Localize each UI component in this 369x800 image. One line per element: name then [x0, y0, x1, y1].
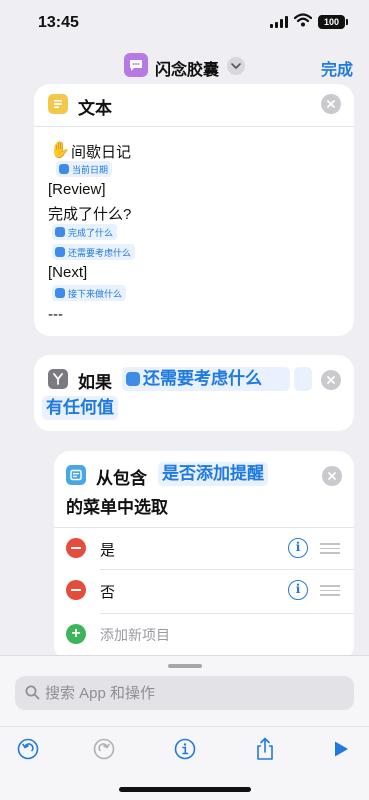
if-action-card[interactable]: 如果 还需要考虑什么 有任何值	[34, 355, 354, 431]
menu-action-icon	[66, 465, 86, 485]
menu-item-label[interactable]: 否	[100, 581, 115, 602]
variable-chip-done[interactable]: 完成了什么	[52, 224, 118, 240]
remove-item-button[interactable]	[66, 538, 86, 558]
drag-handle-icon[interactable]	[320, 543, 340, 557]
divider	[34, 126, 354, 127]
hand-emoji-icon: ✋	[50, 142, 70, 159]
add-item-label[interactable]: 添加新项目	[100, 625, 170, 645]
menu-item-label[interactable]: 是	[100, 539, 115, 560]
search-bar[interactable]	[15, 676, 354, 710]
search-input[interactable]	[45, 676, 345, 710]
run-play-icon[interactable]	[329, 737, 353, 761]
variable-chip-next[interactable]: 接下来做什么	[52, 285, 127, 301]
remove-item-button[interactable]	[66, 580, 86, 600]
text-line-separator[interactable]: ---	[48, 306, 63, 323]
shortcut-app-icon[interactable]	[124, 53, 148, 77]
share-icon[interactable]	[253, 737, 277, 761]
cellular-signal-icon	[270, 16, 288, 28]
if-condition-chip[interactable]: 有任何值	[42, 396, 118, 420]
calendar-icon	[59, 164, 69, 174]
undo-icon[interactable]	[16, 737, 40, 761]
add-item-icon[interactable]: +	[66, 624, 86, 644]
info-icon[interactable]	[173, 737, 197, 761]
text-action-card[interactable]: 文本 ✋ 间歇日记 当前日期 [Review] 完成了什么? 完成了什么 还需要…	[34, 84, 354, 336]
drag-handle-icon[interactable]	[320, 585, 340, 599]
wifi-icon	[294, 13, 312, 27]
info-icon[interactable]: i	[288, 580, 308, 600]
remove-action-button[interactable]	[322, 466, 342, 486]
done-button[interactable]: 完成	[321, 56, 353, 80]
variable-chip-date[interactable]: 当前日期	[56, 161, 113, 177]
info-icon[interactable]: i	[288, 538, 308, 558]
variable-chip-consider[interactable]: 还需要考虑什么	[52, 244, 136, 260]
ask-input-icon	[55, 247, 65, 257]
redo-icon[interactable]	[92, 737, 116, 761]
battery-icon: 100	[318, 15, 348, 29]
status-bar: 13:45 100	[0, 0, 369, 44]
text-action-icon	[48, 94, 68, 114]
add-item-row[interactable]: + 添加新项目	[54, 613, 354, 655]
ask-input-icon	[126, 372, 140, 386]
text-line-question[interactable]: 完成了什么?	[48, 203, 131, 224]
action-search-sheet	[0, 655, 369, 800]
sheet-grabber[interactable]	[168, 664, 202, 668]
nav-bar: 闪念胶囊 完成	[0, 48, 369, 86]
ask-input-icon	[55, 227, 65, 237]
branch-icon	[48, 369, 68, 389]
remove-action-button[interactable]	[321, 370, 341, 390]
menu-suffix: 的菜单中选取	[66, 498, 168, 517]
text-line-review[interactable]: [Review]	[48, 181, 106, 198]
menu-item-row[interactable]: 是 i	[54, 527, 354, 569]
shortcut-title[interactable]: 闪念胶囊	[155, 56, 219, 80]
home-indicator	[119, 787, 251, 792]
ask-input-icon	[55, 288, 65, 298]
status-time: 13:45	[38, 14, 79, 31]
editor-toolbar	[0, 726, 369, 770]
if-variable-chip[interactable]: 还需要考虑什么	[122, 367, 290, 391]
text-line-next[interactable]: [Next]	[48, 264, 87, 281]
if-variable-chip-extra[interactable]	[294, 367, 312, 391]
menu-action-card[interactable]: 从包含 是否添加提醒 的菜单中选取 是 i 否 i + 添加新项目	[54, 451, 354, 661]
if-keyword: 如果	[78, 373, 112, 392]
menu-item-row[interactable]: 否 i	[54, 569, 354, 611]
search-icon	[25, 685, 40, 700]
text-action-title: 文本	[78, 99, 112, 118]
menu-prompt-chip[interactable]: 是否添加提醒	[158, 462, 268, 486]
remove-action-button[interactable]	[321, 94, 341, 114]
chevron-down-icon[interactable]	[227, 57, 245, 75]
menu-keyword: 从包含	[96, 469, 147, 488]
text-line-heading[interactable]: 间歇日记	[71, 141, 131, 162]
